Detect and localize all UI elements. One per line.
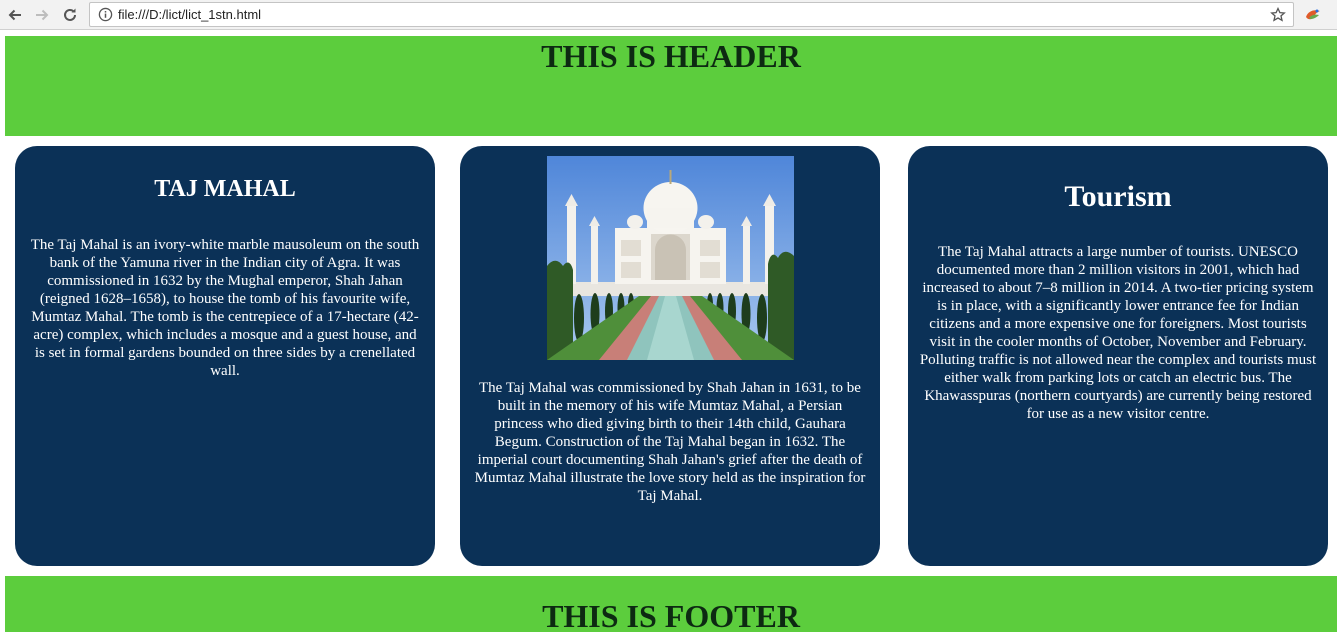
back-arrow-icon (8, 9, 21, 21)
page-footer: THIS IS FOOTER (5, 576, 1337, 632)
card-text: The Taj Mahal is an ivory-white marble m… (30, 237, 420, 379)
card-text: The Taj Mahal attracts a large number of… (919, 244, 1317, 422)
star-icon[interactable] (1267, 4, 1289, 26)
browser-toolbar: file:///D:/lict/lict_1stn.html (0, 0, 1337, 30)
header-title: THIS IS HEADER (541, 38, 801, 74)
reload-button[interactable] (58, 3, 82, 27)
card-title: Tourism (1064, 180, 1172, 213)
footer-title: THIS IS FOOTER (542, 598, 800, 632)
reload-icon (64, 8, 76, 21)
card-history: The Taj Mahal was commissioned by Shah J… (460, 146, 880, 566)
forward-button[interactable] (30, 3, 54, 27)
extension-icon[interactable] (1303, 5, 1323, 25)
page-header: THIS IS HEADER (5, 36, 1337, 136)
card-title: TAJ MAHAL (154, 176, 296, 202)
card-taj-mahal: TAJ MAHAL The Taj Mahal is an ivory-whit… (15, 146, 435, 566)
taj-mahal-image (546, 156, 794, 360)
url-text[interactable]: file:///D:/lict/lict_1stn.html (118, 7, 1267, 22)
card-tourism: Tourism The Taj Mahal attracts a large n… (908, 146, 1328, 566)
forward-arrow-icon (36, 9, 49, 21)
info-icon[interactable] (94, 4, 116, 26)
back-button[interactable] (3, 3, 27, 27)
address-bar[interactable]: file:///D:/lict/lict_1stn.html (89, 2, 1294, 27)
card-text: The Taj Mahal was commissioned by Shah J… (474, 380, 866, 504)
